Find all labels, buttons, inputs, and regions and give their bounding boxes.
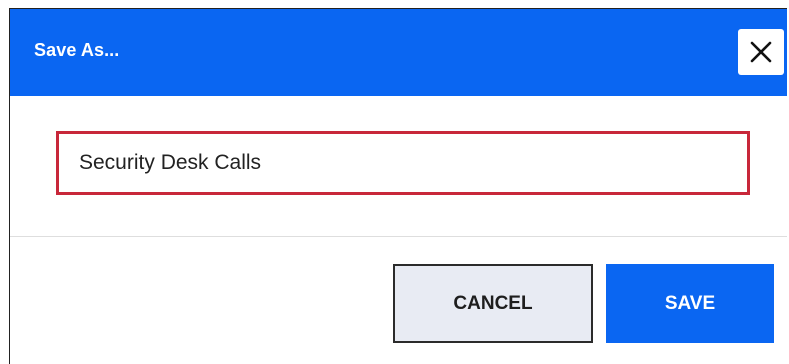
dialog-title: Save As... (34, 40, 120, 60)
dialog-header: Save As... (10, 9, 787, 96)
save-as-dialog: Save As... CANCEL SAVE (9, 8, 787, 364)
close-icon (748, 39, 774, 65)
footer-divider (10, 236, 787, 237)
name-field-frame (56, 131, 750, 195)
close-button[interactable] (738, 29, 784, 75)
cancel-button[interactable]: CANCEL (393, 264, 593, 343)
name-input[interactable] (59, 134, 747, 192)
save-button[interactable]: SAVE (606, 264, 774, 343)
